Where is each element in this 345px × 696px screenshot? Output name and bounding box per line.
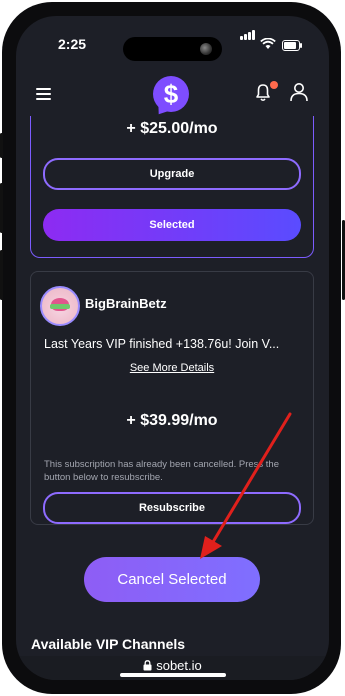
annotation-arrow xyxy=(200,412,292,559)
